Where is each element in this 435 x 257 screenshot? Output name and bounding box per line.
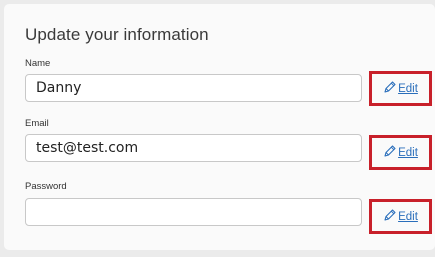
- pencil-icon: [383, 208, 398, 225]
- password-label: Password: [25, 181, 67, 192]
- pencil-icon: [383, 80, 398, 97]
- edit-name-label: Edit: [398, 82, 418, 95]
- email-label: Email: [25, 118, 49, 129]
- name-field-value: Danny: [36, 80, 82, 96]
- name-field[interactable]: Danny: [25, 74, 362, 102]
- edit-password-link[interactable]: Edit: [383, 208, 418, 225]
- email-field[interactable]: test@test.com: [25, 134, 362, 162]
- edit-password-label: Edit: [398, 210, 418, 223]
- name-label: Name: [25, 58, 51, 69]
- update-info-card: Update your information Name Danny Edit …: [4, 4, 435, 250]
- edit-password-button[interactable]: Edit: [369, 199, 432, 234]
- password-field[interactable]: [25, 198, 362, 226]
- pencil-icon: [383, 144, 398, 161]
- edit-name-button[interactable]: Edit: [369, 71, 432, 106]
- edit-name-link[interactable]: Edit: [383, 80, 418, 97]
- email-field-value: test@test.com: [36, 140, 139, 156]
- card-title: Update your information: [25, 25, 209, 44]
- edit-email-link[interactable]: Edit: [383, 144, 418, 161]
- edit-email-button[interactable]: Edit: [369, 135, 432, 170]
- edit-email-label: Edit: [398, 146, 418, 159]
